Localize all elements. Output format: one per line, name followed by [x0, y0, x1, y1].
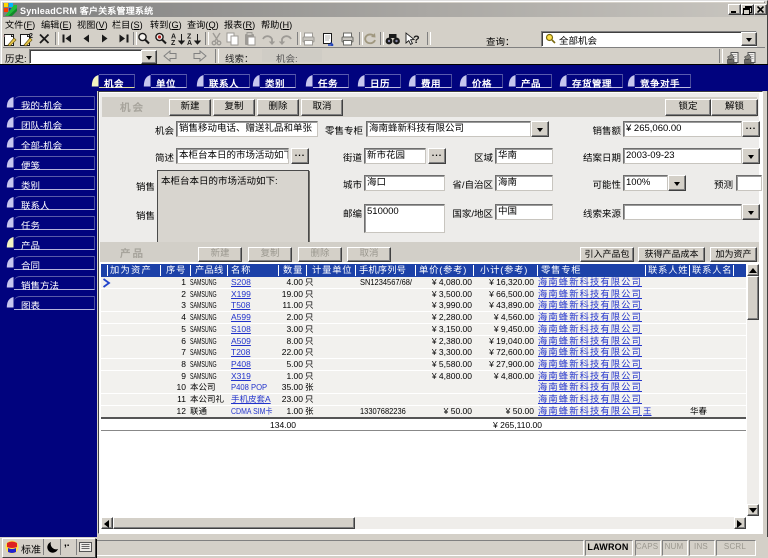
- svg-text:2: 2: [29, 33, 33, 40]
- svg-text:?: ?: [413, 34, 420, 46]
- svg-text:A: A: [187, 40, 192, 46]
- svg-text:Z: Z: [171, 40, 176, 46]
